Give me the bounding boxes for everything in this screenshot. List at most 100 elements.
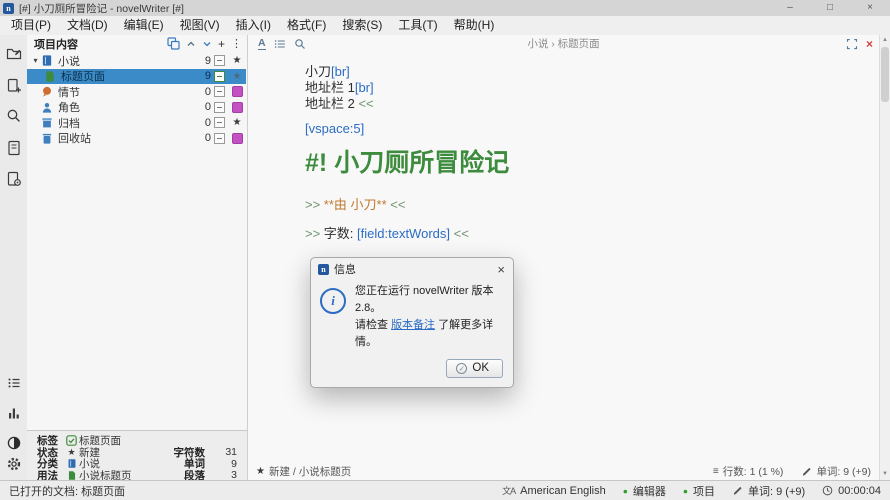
active-checkbox[interactable] [211, 55, 228, 66]
doc-line-wordcount[interactable]: >> 字数: [field:textWords] << [305, 223, 469, 242]
language-icon: 文A [502, 484, 515, 497]
project-tree: ▾ 小说 9 ★ 标题页面 9 ★ 情节 0 [27, 53, 246, 146]
tree-item-label: 情节 [56, 84, 195, 100]
menu-edit[interactable]: 编辑(E) [116, 16, 172, 35]
info-icon: i [320, 288, 346, 314]
item-details-panel: 标签 标题页面 状态 ★ 新建 字符数 31 分类 小说 单词 9 用法 小说标… [27, 430, 248, 480]
project-panel-header: 项目内容 + ⋮ [27, 35, 247, 52]
app-logo-icon: n [3, 3, 14, 14]
project-tree-icon[interactable] [6, 45, 22, 61]
breadcrumb-doc[interactable]: 标题页面 [558, 38, 600, 50]
stats-icon[interactable] [6, 405, 22, 421]
menu-insert[interactable]: 插入(I) [228, 16, 279, 35]
scroll-down-icon[interactable]: ▼ [880, 471, 890, 477]
active-checkbox[interactable] [211, 102, 228, 113]
tree-row-plot[interactable]: 情节 0 [27, 84, 246, 100]
tree-row-trash[interactable]: 回收站 0 [27, 131, 246, 147]
status-star-icon: ★ [228, 117, 246, 128]
ok-check-icon: ✓ [456, 363, 467, 374]
settings-gear-icon[interactable] [6, 456, 22, 472]
tree-row-archive[interactable]: 归档 0 ★ [27, 115, 246, 131]
session-words: 单词: 9 (+9) [732, 483, 805, 499]
add-item-icon[interactable]: + [218, 37, 225, 51]
tree-row-novel[interactable]: ▾ 小说 9 ★ [27, 53, 246, 69]
move-down-icon[interactable] [202, 39, 212, 49]
word-count: 0 [195, 101, 211, 113]
maximize-button[interactable]: □ [810, 0, 850, 16]
panels-icon[interactable] [167, 37, 180, 50]
menu-help[interactable]: 帮助(H) [446, 16, 503, 35]
close-document-icon[interactable]: × [866, 37, 873, 51]
theme-toggle-icon[interactable] [6, 435, 22, 451]
statusbar: 已打开的文档: 标题页面 文A American English ● 编辑器 ●… [0, 480, 890, 500]
novel-view-icon[interactable] [6, 78, 22, 94]
scrollbar-thumb[interactable] [881, 47, 889, 102]
active-checkbox[interactable] [211, 117, 228, 128]
doc-search-icon[interactable] [294, 38, 306, 50]
close-button[interactable]: × [850, 0, 890, 16]
lines-icon: ≡ [713, 466, 719, 477]
doc-line-byline[interactable]: >> **由 小刀** << [305, 194, 405, 213]
editor-theme-indicator: ● 编辑器 [623, 483, 666, 499]
menu-view[interactable]: 视图(V) [172, 16, 228, 35]
editor-header: 小说 › 标题页面 A × [248, 35, 879, 53]
importance-flag-icon [228, 86, 246, 97]
word-count: 9 [195, 55, 211, 67]
focus-mode-icon[interactable] [846, 38, 858, 50]
stat-value: 9 [205, 458, 247, 470]
title-page-icon [44, 70, 59, 83]
tree-item-label: 小说 [56, 53, 195, 69]
archive-root-icon [41, 116, 56, 129]
word-count: 0 [195, 132, 211, 144]
language-indicator[interactable]: 文A American English [502, 484, 606, 497]
dialog-titlebar[interactable]: n 信息 × [311, 258, 513, 280]
panel-menu-icon[interactable]: ⋮ [231, 37, 242, 50]
tree-item-label: 标题页面 [59, 68, 195, 84]
active-checkbox[interactable] [211, 133, 228, 144]
window-title: [#] 小刀厕所冒险记 - novelWriter [#] [19, 1, 770, 16]
active-checkbox[interactable] [211, 71, 228, 82]
move-up-icon[interactable] [186, 39, 196, 49]
search-icon[interactable] [6, 108, 22, 124]
breadcrumb-root[interactable]: 小说 [527, 38, 548, 50]
green-dot-icon: ● [683, 486, 688, 496]
stat-value: 31 [205, 446, 247, 458]
minimize-button[interactable]: – [770, 0, 810, 16]
menu-tools[interactable]: 工具(T) [390, 16, 445, 35]
session-timer[interactable]: 00:00:04 [822, 485, 881, 497]
scroll-up-icon[interactable]: ▲ [880, 37, 890, 43]
novel-root-icon [41, 54, 56, 67]
editor-scrollbar[interactable]: ▲ ▼ [879, 35, 890, 480]
menu-format[interactable]: 格式(F) [279, 16, 334, 35]
doc-line[interactable]: 地址栏 2 << [305, 93, 374, 112]
active-checkbox[interactable] [211, 86, 228, 97]
tree-row-characters[interactable]: 角色 0 [27, 100, 246, 116]
line-count: ≡ 行数: 1 (1 %) [713, 464, 784, 479]
release-notes-link[interactable]: 版本备注 [391, 319, 435, 331]
dialog-message: 您正在运行 novelWriter 版本 2.8。 请检查 版本备注 了解更多详… [355, 283, 503, 351]
build-manuscript-icon[interactable] [6, 171, 22, 187]
tag-check-icon [64, 435, 79, 446]
doc-line-vspace[interactable]: [vspace:5] [305, 121, 364, 136]
characters-root-icon [41, 101, 56, 114]
font-settings-icon[interactable]: A [258, 38, 266, 50]
green-dot-icon: ● [623, 486, 628, 496]
menu-project[interactable]: 项目(P) [3, 16, 59, 35]
project-panel-title: 项目内容 [34, 36, 78, 52]
novel-book-icon [64, 458, 79, 469]
activity-bar [0, 35, 27, 480]
word-count: 9 [195, 70, 211, 82]
doc-title-heading[interactable]: #! 小刀厕所冒险记 [305, 143, 509, 179]
doc-status-star-icon: ★ [256, 466, 265, 477]
dialog-close-icon[interactable]: × [497, 263, 505, 276]
toc-list-icon[interactable] [274, 38, 286, 50]
titlebar: n [#] 小刀厕所冒险记 - novelWriter [#] – □ × [0, 0, 890, 16]
ok-button[interactable]: ✓ OK [446, 359, 503, 378]
project-tree-panel: 项目内容 + ⋮ ▾ 小说 9 ★ 标题页面 9 [27, 35, 248, 430]
menu-search[interactable]: 搜索(S) [334, 16, 390, 35]
details-toggle-icon[interactable] [6, 375, 22, 391]
tree-row-title-page[interactable]: 标题页面 9 ★ [27, 69, 246, 85]
menu-document[interactable]: 文档(D) [59, 16, 116, 35]
outline-view-icon[interactable] [6, 140, 22, 156]
expander-icon[interactable]: ▾ [30, 56, 41, 65]
